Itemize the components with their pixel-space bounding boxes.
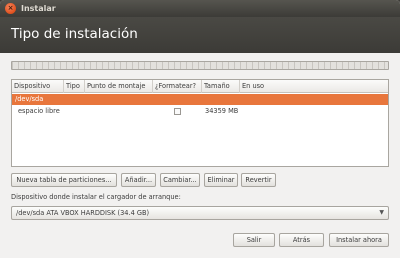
format-checkbox[interactable] xyxy=(174,108,181,115)
close-icon[interactable]: × xyxy=(5,3,16,14)
page-title: Tipo de instalación xyxy=(11,26,138,42)
column-used[interactable]: En uso xyxy=(240,80,388,93)
installer-window: × Instalar Tipo de instalación Dispositi… xyxy=(0,0,400,258)
partition-table[interactable]: Dispositivo Tipo Punto de montaje ¿Forma… xyxy=(11,79,389,167)
install-now-button[interactable]: Instalar ahora xyxy=(329,233,389,247)
title-bar: × Instalar xyxy=(0,0,400,17)
table-header: Dispositivo Tipo Punto de montaje ¿Forma… xyxy=(12,80,388,93)
delete-partition-button[interactable]: Eliminar xyxy=(204,173,238,187)
revert-button[interactable]: Revertir xyxy=(241,173,276,187)
back-button[interactable]: Atrás xyxy=(279,233,324,247)
quit-button[interactable]: Salir xyxy=(233,233,275,247)
bootloader-selected-value: /dev/sda ATA VBOX HARDDISK (34.4 GB) xyxy=(16,209,150,217)
row-device: /dev/sda xyxy=(15,95,44,103)
new-partition-table-button[interactable]: Nueva tabla de particiones... xyxy=(11,173,117,187)
row-device: espacio libre xyxy=(18,107,60,115)
column-size[interactable]: Tamaño xyxy=(202,80,240,93)
add-partition-button[interactable]: Añadir... xyxy=(121,173,156,187)
chevron-down-icon: ▼ xyxy=(379,209,384,216)
column-device[interactable]: Dispositivo xyxy=(12,80,64,93)
column-mount-point[interactable]: Punto de montaje xyxy=(85,80,153,93)
change-partition-button[interactable]: Cambiar... xyxy=(160,173,200,187)
row-size: 34359 MB xyxy=(205,107,239,115)
bootloader-device-select[interactable]: /dev/sda ATA VBOX HARDDISK (34.4 GB) ▼ xyxy=(11,206,389,220)
partition-bar xyxy=(11,61,389,70)
column-type[interactable]: Tipo xyxy=(64,80,85,93)
page-header: Tipo de instalación xyxy=(0,17,400,53)
bootloader-label: Dispositivo donde instalar el cargador d… xyxy=(11,193,181,201)
table-row[interactable]: /dev/sda xyxy=(12,94,388,105)
column-format[interactable]: ¿Formatear? xyxy=(153,80,202,93)
window-title: Instalar xyxy=(21,4,56,13)
table-row[interactable]: espacio libre 34359 MB xyxy=(12,106,388,117)
